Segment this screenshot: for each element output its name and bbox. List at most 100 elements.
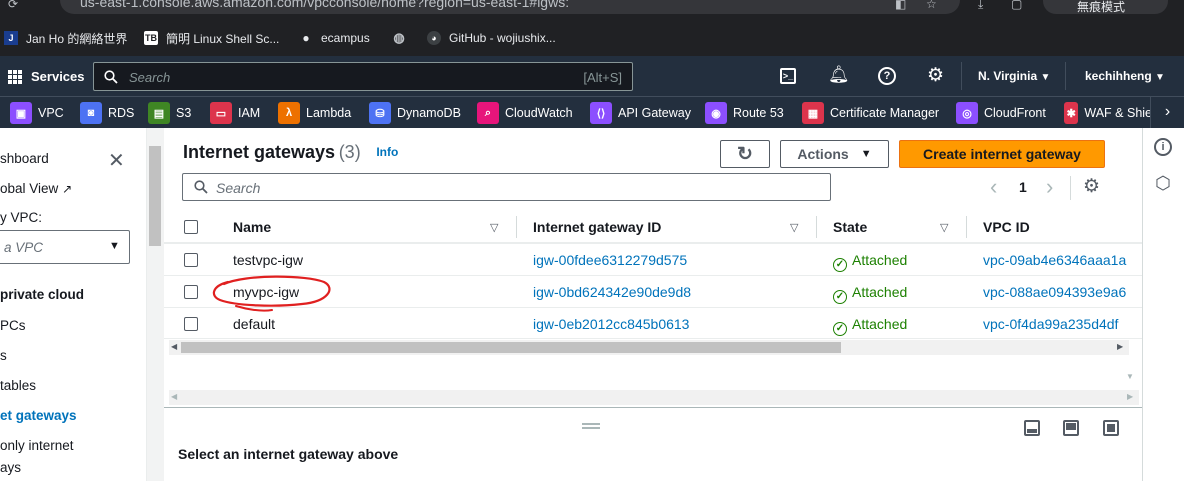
column-resizer[interactable]	[516, 216, 517, 238]
filter-caret-icon[interactable]: ▽	[790, 221, 798, 234]
info-link[interactable]: Info	[376, 145, 398, 159]
bookmark-linux-shell[interactable]: TB 簡明 Linux Shell Sc...	[144, 29, 279, 47]
nav-route-tables[interactable]: tables	[0, 378, 36, 393]
translate-icon[interactable]: ◧	[895, 0, 911, 12]
address-bar[interactable]: us-east-1.console.aws.amazon.com/vpccons…	[60, 0, 960, 14]
hexagon-icon[interactable]: ⬡	[1154, 174, 1172, 192]
panel-side-position-icon[interactable]	[1063, 420, 1079, 436]
check-circle-icon: ✓	[833, 258, 847, 272]
extensions-icon[interactable]: ▢	[1011, 0, 1027, 12]
filter-caret-icon[interactable]: ▽	[490, 221, 498, 234]
bookmark-label: Jan Ho 的網絡世界	[26, 31, 128, 46]
nav-subnets[interactable]: s	[0, 348, 7, 363]
refresh-button[interactable]: ↻	[720, 140, 770, 168]
account-menu[interactable]: kechihheng ▼	[1085, 69, 1165, 83]
state-text: Attached	[852, 252, 908, 268]
shortcut-dynamodb[interactable]: ⛁ DynamoDB	[369, 102, 461, 124]
actions-label: Actions	[797, 146, 849, 162]
table-row[interactable]: testvpc-igw igw-00fdee6312279d575 ✓ Attac…	[164, 243, 1142, 275]
shortcut-vpc[interactable]: ▣ VPC	[10, 102, 64, 124]
scroll-right-arrow-icon[interactable]: ▶	[1127, 392, 1133, 401]
row-checkbox[interactable]	[184, 253, 198, 267]
row-checkbox[interactable]	[184, 285, 198, 299]
shortcut-waf[interactable]: ✱ WAF & Shie	[1064, 102, 1152, 124]
cell-igw-id-link[interactable]: igw-00fdee6312279d575	[533, 252, 687, 268]
reload-icon[interactable]: ⟳	[8, 0, 24, 12]
cell-vpc-id-link[interactable]: vpc-0f4da99a235d4df	[983, 316, 1128, 332]
bookmark-github[interactable]: ◕ GitHub - wojiushix...	[427, 29, 556, 47]
notifications-bell-icon[interactable]: 🔔︎	[828, 65, 850, 85]
shortcut-cloudfront[interactable]: ◎ CloudFront	[956, 102, 1046, 124]
resize-handle-icon[interactable]	[582, 423, 600, 429]
page-number[interactable]: 1	[1019, 179, 1027, 195]
create-internet-gateway-button[interactable]: Create internet gateway	[899, 140, 1105, 168]
preferences-gear-icon[interactable]: ⚙	[1083, 175, 1100, 198]
bookmark-janho[interactable]: J Jan Ho 的網絡世界	[4, 29, 127, 47]
shortcut-label: DynamoDB	[397, 106, 461, 120]
shortcut-s3[interactable]: ▤ S3	[148, 102, 191, 124]
cell-igw-id-link[interactable]: igw-0eb2012cc845b0613	[533, 316, 689, 332]
sidebar-scrollbar-thumb[interactable]	[149, 146, 161, 246]
settings-gear-icon[interactable]: ⚙	[927, 64, 944, 87]
download-icon[interactable]: ⤓	[978, 0, 994, 12]
info-icon[interactable]: i	[1154, 138, 1172, 156]
vpc-filter-select[interactable]: a VPC ▼	[0, 230, 130, 264]
row-checkbox[interactable]	[184, 317, 198, 331]
column-resizer[interactable]	[966, 216, 967, 238]
column-header-name[interactable]: Name	[233, 219, 271, 235]
nav-egress-only-internet-gateways[interactable]: only internet	[0, 438, 74, 453]
caret-down-icon: ▼	[1040, 72, 1051, 83]
incognito-profile-button[interactable]: 無痕模式	[1043, 0, 1168, 14]
table-search-input[interactable]: Search	[182, 173, 831, 201]
column-header-vpc-id[interactable]: VPC ID	[983, 219, 1030, 235]
column-header-state[interactable]: State	[833, 219, 867, 235]
scroll-left-arrow-icon[interactable]: ◀	[171, 342, 177, 351]
table-horizontal-scrollbar[interactable]: ◀ ▶	[169, 340, 1129, 355]
select-all-checkbox[interactable]	[184, 220, 198, 234]
shortcut-api-gateway[interactable]: ⟨⟩ API Gateway	[590, 102, 691, 124]
column-resizer[interactable]	[816, 216, 817, 238]
shortcut-label: S3	[176, 106, 192, 120]
filter-caret-icon[interactable]: ▽	[940, 221, 948, 234]
chevron-right-icon[interactable]: ›	[1046, 174, 1053, 200]
close-icon[interactable]: ✕	[108, 148, 125, 173]
panel-bottom-position-icon[interactable]	[1024, 420, 1040, 436]
services-menu[interactable]: Services	[31, 69, 85, 84]
bookmark-ecampus[interactable]: ● ecampus	[299, 29, 369, 47]
nav-your-vpcs[interactable]: PCs	[0, 318, 26, 333]
nav-dashboard[interactable]: shboard	[0, 151, 49, 166]
scroll-left-arrow-icon[interactable]: ◀	[171, 392, 177, 401]
aws-search-input[interactable]: Search [Alt+S]	[93, 62, 633, 91]
shortcut-iam[interactable]: ▭ IAM	[210, 102, 260, 124]
actions-button[interactable]: Actions ▼	[780, 140, 889, 168]
scrollbar-thumb[interactable]	[181, 342, 841, 353]
shortcut-certificate-manager[interactable]: ▦ Certificate Manager	[802, 102, 939, 124]
scroll-right-arrow-icon[interactable]: ▶	[1117, 342, 1123, 351]
caret-down-icon: ▼	[1155, 72, 1165, 83]
shortcut-lambda[interactable]: λ Lambda	[278, 102, 351, 124]
nav-global-view[interactable]: obal View ↗	[0, 181, 72, 196]
cell-vpc-id-link[interactable]: vpc-088ae094393e9a6	[983, 284, 1128, 300]
bookmark-star-icon[interactable]: ☆	[926, 0, 942, 12]
search-shortcut: [Alt+S]	[583, 70, 622, 85]
region-selector[interactable]: N. Virginia ▼	[978, 69, 1050, 83]
cell-igw-id-link[interactable]: igw-0bd624342e90de9d8	[533, 284, 691, 300]
shortcut-route53[interactable]: ◉ Route 53	[705, 102, 784, 124]
nav-internet-gateways[interactable]: et gateways	[0, 408, 77, 423]
ecampus-icon: ●	[302, 31, 310, 45]
column-header-igw-id[interactable]: Internet gateway ID	[533, 219, 661, 235]
shortcut-rds[interactable]: ◙ RDS	[80, 102, 134, 124]
help-icon[interactable]: ?	[878, 67, 896, 85]
shortcut-label: RDS	[108, 106, 135, 120]
scroll-up-arrow-icon[interactable]: ▼	[1126, 372, 1134, 381]
shortcut-cloudwatch[interactable]: ⌕ CloudWatch	[477, 102, 573, 124]
chevron-right-icon[interactable]: ›	[1150, 97, 1184, 128]
content-horizontal-scrollbar[interactable]: ◀ ▶	[169, 390, 1139, 405]
chevron-left-icon[interactable]: ‹	[990, 174, 997, 200]
cloudshell-icon[interactable]: >_	[780, 68, 796, 84]
bookmark-globe[interactable]: ◍	[392, 29, 414, 47]
cell-vpc-id-link[interactable]: vpc-09ab4e6346aaa1a	[983, 252, 1128, 268]
services-grid-icon[interactable]	[8, 70, 22, 84]
panel-hide-icon[interactable]	[1103, 420, 1119, 436]
nav-egress-only-internet-gateways-cont[interactable]: ays	[0, 460, 21, 475]
